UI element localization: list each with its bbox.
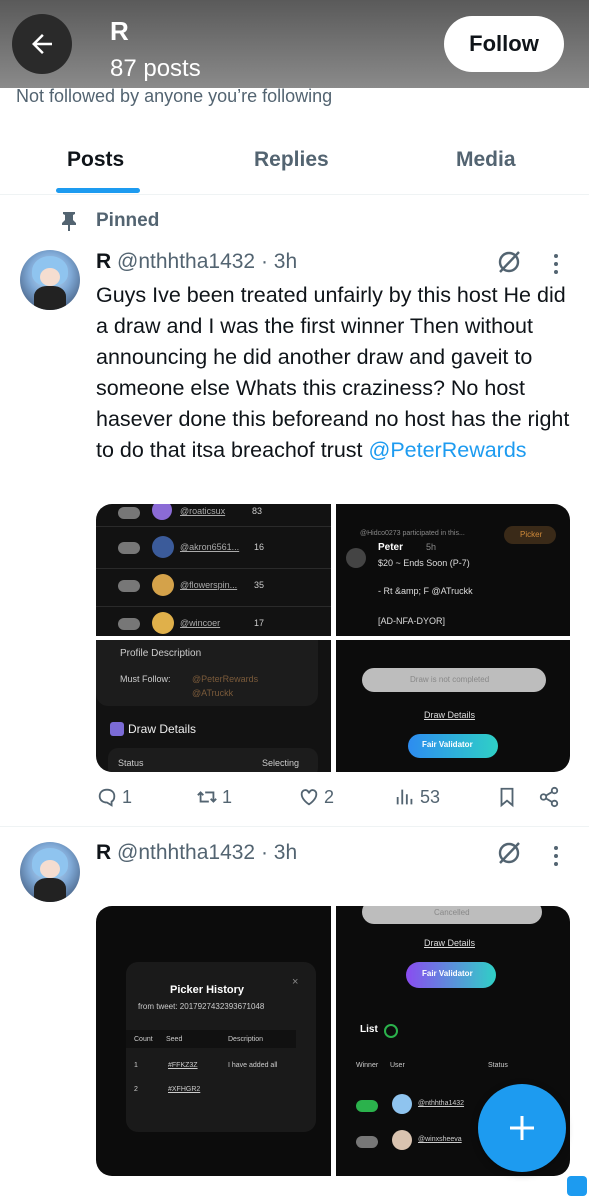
like-button[interactable]: 2 [298,786,334,808]
tab-replies[interactable]: Replies [254,148,329,172]
bookmark-button[interactable] [496,786,518,808]
profile-tabs: Posts Replies Media [0,128,589,195]
tab-media[interactable]: Media [456,148,516,172]
pinned-text: Pinned [96,210,160,231]
active-tab-indicator [56,188,140,193]
share-button[interactable] [538,786,560,808]
avatar[interactable] [20,842,80,902]
pinned-label: Pinned [60,210,159,232]
back-button[interactable] [12,14,72,74]
author-handle-time[interactable]: @nthhtha1432 · 3h [117,841,297,864]
heart-icon [300,789,318,806]
more-options-icon[interactable] [554,842,560,870]
reply-button[interactable]: 1 [96,786,132,808]
avatar[interactable] [20,250,80,310]
plus-icon [510,1116,534,1140]
status-badge-icon [567,1176,587,1196]
reply-icon [98,788,116,807]
author-name[interactable]: R [96,250,111,273]
repost-icon [197,791,217,803]
post-body: Guys Ive been treated unfairly by this h… [96,283,570,462]
post-actions: 1 1 2 53 [96,786,570,816]
grok-icon[interactable] [496,840,522,866]
views-button[interactable]: 53 [394,786,440,808]
follow-button[interactable]: Follow [444,16,564,72]
author-name[interactable]: R [96,841,111,864]
media-image-3[interactable]: Profile Description Must Follow: @PeterR… [96,640,331,772]
profile-header: R 87 posts Follow [0,0,589,88]
post-text: Guys Ive been treated unfairly by this h… [96,280,576,466]
pin-icon [62,212,76,231]
compose-button[interactable] [478,1084,566,1172]
arrow-left-icon [32,34,52,54]
media-image-2[interactable]: @Hidco0273 participated in this... Picke… [336,504,570,636]
repost-button[interactable]: 1 [196,786,232,808]
author-handle-time[interactable]: @nthhtha1432 · 3h [117,250,297,273]
views-icon [396,789,413,805]
post-header: R @nthhtha1432 · 3h [96,250,297,274]
media-image-1[interactable]: @roaticsux 83 @akron6561... 16 @flowersp… [96,504,331,636]
grok-icon[interactable] [496,249,522,275]
bookmark-icon [500,787,514,808]
post-header: R @nthhtha1432 · 3h [96,841,297,865]
profile-name: R [110,16,129,46]
share-icon [539,786,559,808]
media-image-4[interactable]: Draw is not completed Draw Details Fair … [336,640,570,772]
more-options-icon[interactable] [554,250,560,278]
media-image-1[interactable]: × Picker History from tweet: 20179274323… [96,906,331,1176]
post-divider [0,826,589,827]
post-media-grid[interactable]: @roaticsux 83 @akron6561... 16 @flowersp… [96,504,570,772]
posts-count: 87 posts [110,55,201,82]
tab-posts[interactable]: Posts [67,148,124,172]
mention-link[interactable]: @PeterRewards [369,438,527,462]
not-followed-text: Not followed by anyone you’re following [16,86,333,106]
